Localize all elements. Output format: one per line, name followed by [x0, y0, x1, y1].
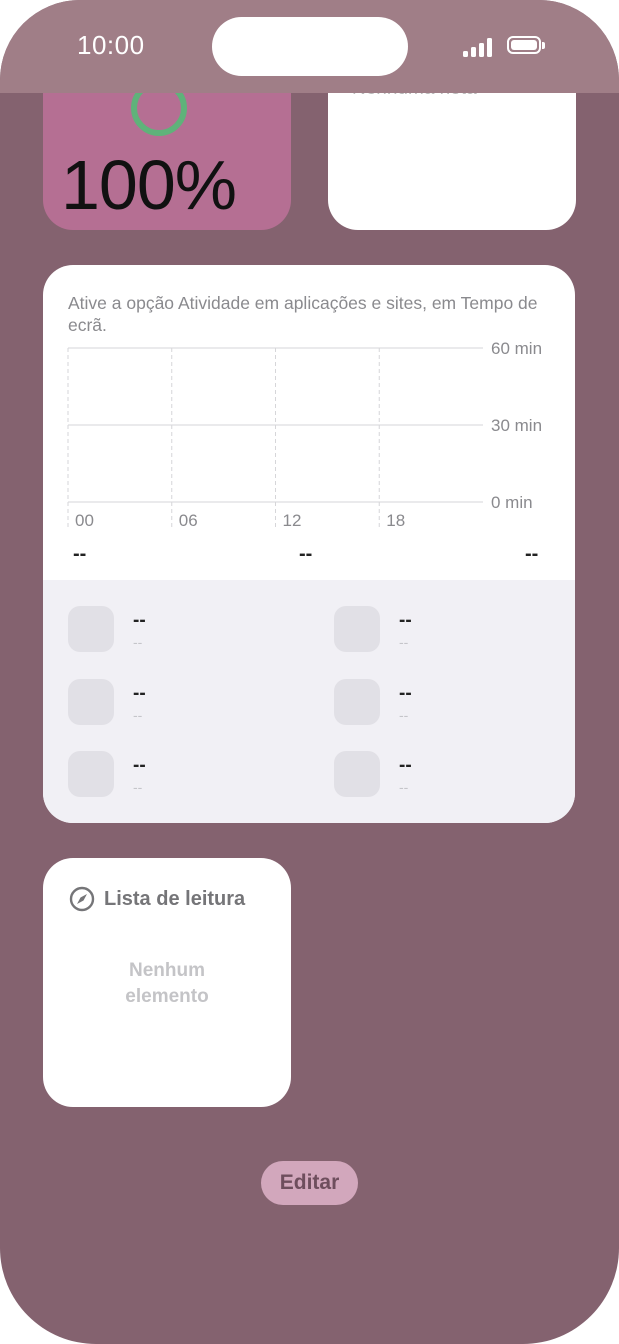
app-time: --: [399, 707, 409, 723]
app-time: --: [399, 779, 409, 795]
home-screen: 100% Nenhuma nota Ative a opção Atividad…: [0, 0, 619, 1344]
app-icon: [68, 606, 114, 652]
status-bar: 10:00: [0, 0, 619, 93]
x-tick-label: 06: [179, 511, 198, 530]
app-name: --: [399, 755, 412, 776]
app-usage-item: -- --: [334, 751, 534, 801]
total-time-1: --: [73, 543, 87, 565]
app-name: --: [133, 755, 146, 776]
reading-list-empty-line2: elemento: [125, 986, 209, 1007]
screen-time-widget[interactable]: Ative a opção Atividade em aplicações e …: [43, 265, 575, 823]
app-name: --: [133, 683, 146, 704]
status-time: 10:00: [77, 30, 145, 60]
app-usage-item: -- --: [334, 606, 534, 656]
reading-list-widget[interactable]: Lista de leitura Nenhum elemento: [43, 858, 291, 1107]
app-name: --: [133, 610, 146, 631]
app-time: --: [133, 634, 143, 650]
x-tick-label: 00: [75, 511, 94, 530]
reading-list-title: Lista de leitura: [104, 888, 246, 910]
app-time: --: [399, 634, 409, 650]
app-usage-list: -- -- -- -- -- -- -- -- -- -- -- --: [43, 580, 575, 823]
compass-icon: [69, 886, 95, 912]
app-usage-item: -- --: [68, 606, 268, 656]
app-icon: [68, 679, 114, 725]
app-usage-item: -- --: [68, 751, 268, 801]
y-tick-label: 30 min: [491, 416, 542, 435]
app-usage-item: -- --: [68, 679, 268, 729]
x-tick-label: 12: [283, 511, 302, 530]
usage-chart: 60 min 30 min 0 min 00 06 12 18: [67, 339, 542, 530]
total-time-2: --: [299, 543, 313, 565]
reading-list-empty-line1: Nenhum: [129, 960, 205, 981]
app-name: --: [399, 683, 412, 704]
edit-button[interactable]: Editar: [261, 1161, 358, 1205]
x-tick-label: 18: [386, 511, 405, 530]
battery-percentage: 100%: [61, 146, 237, 224]
y-tick-label: 0 min: [491, 493, 533, 512]
app-usage-item: -- --: [334, 679, 534, 729]
reading-list-empty: Nenhum elemento: [43, 958, 291, 1010]
app-icon: [334, 606, 380, 652]
app-name: --: [399, 610, 412, 631]
app-time: --: [133, 779, 143, 795]
app-icon: [334, 751, 380, 797]
total-time-3: --: [525, 543, 539, 565]
y-tick-label: 60 min: [491, 339, 542, 358]
cellular-signal-icon: [463, 37, 495, 57]
app-icon: [334, 679, 380, 725]
battery-icon: [507, 36, 545, 54]
app-icon: [68, 751, 114, 797]
dynamic-island: [212, 17, 408, 76]
app-time: --: [133, 707, 143, 723]
